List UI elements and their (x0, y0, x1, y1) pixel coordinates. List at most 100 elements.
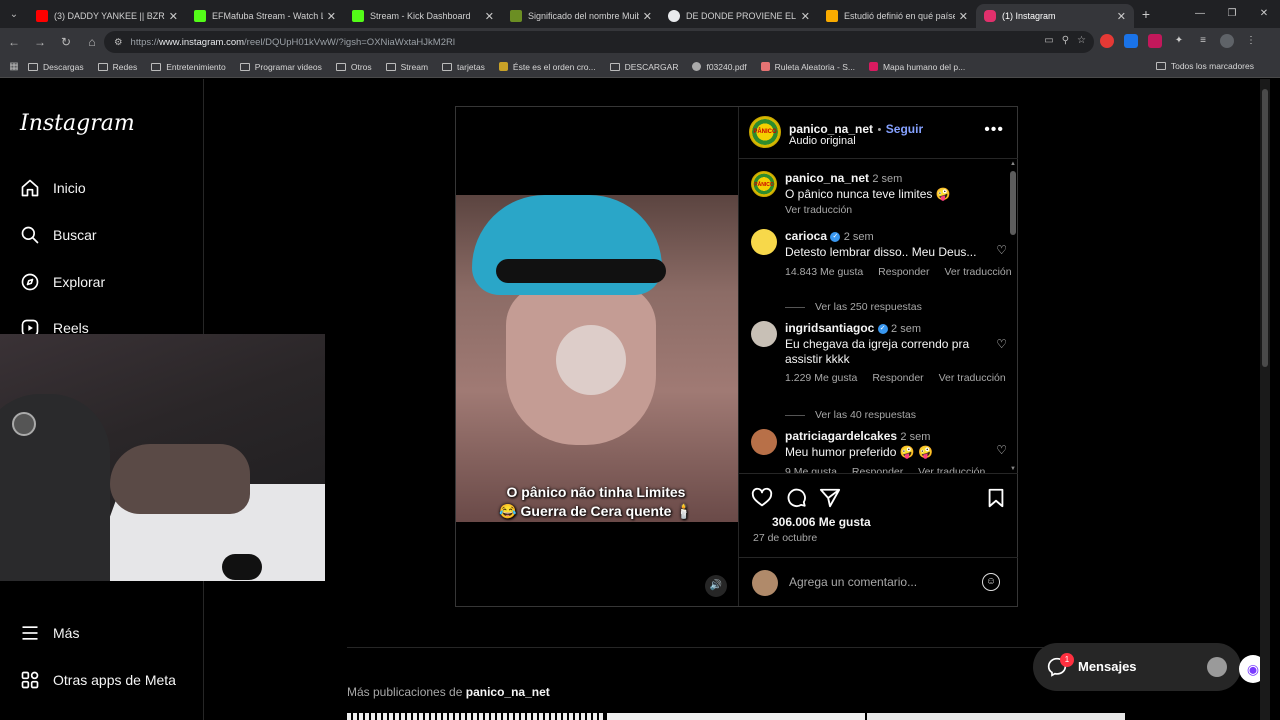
bookmark-folder[interactable]: Descargas (28, 62, 84, 72)
reading-list-icon[interactable]: ≡ (1196, 34, 1210, 48)
save-bookmark-icon[interactable] (985, 487, 1007, 509)
nav-otras-apps[interactable]: Otras apps de Meta (20, 670, 176, 690)
nav-explorar[interactable]: Explorar (20, 272, 105, 292)
like-comment-icon[interactable]: ♡ (996, 243, 1007, 257)
close-tab-icon[interactable]: ✕ (327, 10, 336, 23)
bookmark-link[interactable]: Éste es el orden cro... (498, 62, 596, 72)
bookmark-folder[interactable]: Entretenimiento (151, 62, 226, 72)
view-replies[interactable]: Ver las 250 respuestas (785, 301, 922, 313)
bookmark-folder[interactable]: DESCARGAR (609, 62, 678, 72)
forward-icon[interactable]: → (28, 35, 52, 49)
volume-icon[interactable]: 🔊 (705, 575, 727, 597)
bookmark-folder[interactable]: tarjetas (442, 62, 485, 72)
close-tab-icon[interactable]: ✕ (169, 10, 178, 23)
reply-button[interactable]: Responder (872, 372, 923, 384)
tab-instagram[interactable]: (1) Instagram ✕ (976, 4, 1134, 28)
apps-grid-icon[interactable]: ▦ (0, 61, 28, 72)
new-tab-button[interactable]: + (1134, 6, 1158, 22)
bookmark-folder[interactable]: Otros (335, 62, 372, 72)
scroll-down-icon[interactable]: ▼ (1010, 466, 1016, 472)
comments-scrollbar[interactable]: ▲ ▼ (1010, 161, 1016, 472)
close-tab-icon[interactable]: ✕ (959, 10, 968, 23)
tab-search-icon[interactable]: ⌄ (0, 0, 28, 28)
nav-inicio[interactable]: Inicio (20, 178, 86, 198)
emoji-icon[interactable]: ☺ (982, 573, 1000, 591)
back-icon[interactable]: ← (2, 35, 26, 49)
audio-link[interactable]: Audio original (789, 135, 856, 147)
more-options-icon[interactable]: ••• (984, 121, 1004, 139)
follow-button[interactable]: Seguir (886, 122, 923, 136)
reload-icon[interactable]: ↻ (54, 35, 78, 49)
close-tab-icon[interactable]: ✕ (643, 10, 652, 23)
site-info-icon[interactable]: ⚙ (114, 37, 123, 48)
close-tab-icon[interactable]: ✕ (801, 10, 810, 23)
reply-button[interactable]: Responder (878, 266, 929, 278)
like-comment-icon[interactable]: ♡ (996, 443, 1007, 457)
likes-count[interactable]: 306.006 Me gusta (772, 515, 871, 529)
bookmark-link[interactable]: f03240.pdf (692, 62, 747, 72)
tab-kick-watch[interactable]: EFMafuba Stream - Watch Live✕ (186, 4, 344, 28)
commenter-avatar[interactable] (751, 321, 777, 347)
bookmark-link[interactable]: Mapa humano del p... (868, 62, 965, 72)
extension-red-icon[interactable] (1100, 34, 1114, 48)
bookmark-folder[interactable]: Stream (385, 62, 428, 72)
post-thumbnail[interactable] (607, 713, 865, 720)
close-window-icon[interactable]: ✕ (1248, 0, 1280, 28)
minimize-icon[interactable]: — (1184, 0, 1216, 28)
author-username[interactable]: panico_na_net (789, 122, 873, 136)
restore-icon[interactable]: ❐ (1216, 0, 1248, 28)
comment-likes[interactable]: 1.229 Me gusta (785, 372, 857, 384)
page-scrollbar[interactable] (1260, 79, 1270, 720)
instagram-logo[interactable]: Instagram (20, 111, 135, 136)
commenter-username[interactable]: patriciagardelcakes (785, 429, 897, 443)
bookmark-folder[interactable]: Programar videos (239, 62, 322, 72)
nav-mas[interactable]: Más (20, 623, 79, 643)
caption-username[interactable]: panico_na_net (785, 171, 869, 185)
translate-link[interactable]: Ver traducción (944, 266, 1011, 278)
translate-icon[interactable] (1124, 34, 1138, 48)
comment-bubble-icon[interactable] (785, 487, 807, 509)
commenter-username[interactable]: carioca (785, 229, 827, 243)
translate-link[interactable]: Ver traducción (785, 204, 852, 216)
bookmark-star-icon[interactable]: ☆ (1077, 35, 1086, 46)
commenter-avatar[interactable] (751, 229, 777, 255)
author-avatar[interactable]: PÂNICO (749, 116, 781, 148)
like-heart-icon[interactable] (751, 487, 773, 509)
puzzle-icon[interactable]: ✦ (1172, 34, 1186, 48)
translate-link[interactable]: Ver traducción (939, 372, 1006, 384)
extension-pink-icon[interactable] (1148, 34, 1162, 48)
close-tab-icon[interactable]: ✕ (485, 10, 494, 23)
view-replies[interactable]: Ver las 40 respuestas (785, 409, 916, 421)
install-app-icon[interactable]: ▭ (1044, 35, 1053, 46)
address-bar[interactable]: ⚙ https://www.instagram.com/reel/DQUpH01… (104, 31, 1094, 53)
bookmark-link[interactable]: Ruleta Aleatoria - S... (760, 62, 855, 72)
like-comment-icon[interactable]: ♡ (996, 337, 1007, 351)
reel-video[interactable]: O pânico não tinha Limites 😂 Guerra de C… (456, 107, 738, 606)
post-thumbnail[interactable] (347, 713, 605, 720)
caption-avatar[interactable]: PÂNICO (751, 171, 777, 197)
reply-button[interactable]: Responder (852, 466, 903, 473)
tab-significado[interactable]: Significado del nombre Muiba ✕ (502, 4, 660, 28)
commenter-avatar[interactable] (751, 429, 777, 455)
all-bookmarks[interactable]: Todos los marcadores (1155, 61, 1254, 71)
menu-icon[interactable]: ⋮ (1244, 34, 1258, 48)
tab-youtube[interactable]: (3) DADDY YANKEE || BZRP Mu✕ (28, 4, 186, 28)
home-icon[interactable]: ⌂ (80, 35, 104, 49)
bookmark-folder[interactable]: Redes (97, 62, 137, 72)
commenter-username[interactable]: ingridsantiagoc (785, 321, 874, 335)
comments-scroll-thumb[interactable] (1010, 171, 1016, 235)
scroll-up-icon[interactable]: ▲ (1010, 161, 1016, 167)
tab-apellido[interactable]: DE DONDE PROVIENE EL APELL✕ (660, 4, 818, 28)
more-posts-username[interactable]: panico_na_net (466, 685, 550, 699)
comment-input[interactable]: Agrega un comentario... (789, 575, 917, 589)
tab-kick-dashboard[interactable]: Stream - Kick Dashboard ✕ (344, 4, 502, 28)
zoom-icon[interactable]: ⚲ (1062, 35, 1069, 46)
comment-likes[interactable]: 9 Me gusta (785, 466, 837, 473)
messages-button[interactable]: 1 Mensajes (1033, 643, 1241, 691)
nav-buscar[interactable]: Buscar (20, 225, 97, 245)
translate-link[interactable]: Ver traducción (918, 466, 985, 473)
page-scroll-thumb[interactable] (1262, 89, 1268, 367)
tab-estudio[interactable]: Estudió definió en qué países l ✕ (818, 4, 976, 28)
post-thumbnail[interactable] (867, 713, 1125, 720)
close-tab-icon[interactable]: ✕ (1117, 10, 1126, 23)
